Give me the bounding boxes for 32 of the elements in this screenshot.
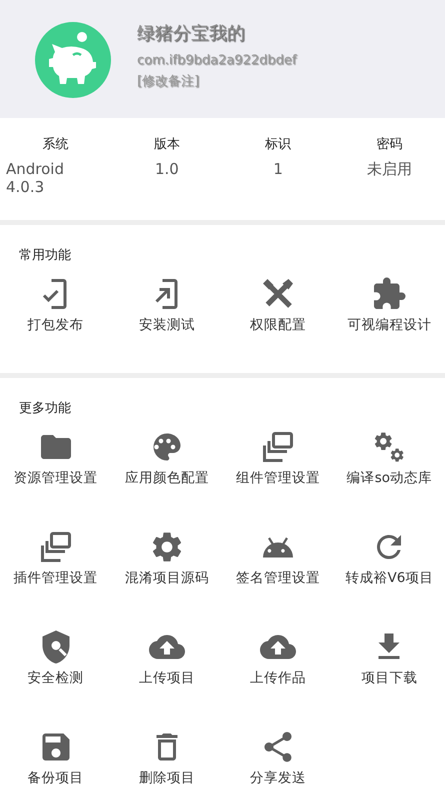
feature-item[interactable]: 可视编程设计 bbox=[334, 273, 445, 373]
feature-item[interactable]: 组件管理设置 bbox=[222, 426, 334, 526]
feature-item[interactable]: 混淆项目源码 bbox=[111, 526, 222, 626]
info-label: 标识 bbox=[265, 136, 292, 154]
section-title: 常用功能 bbox=[18, 247, 72, 265]
feature-item[interactable]: 权限配置 bbox=[222, 273, 334, 373]
feature-item[interactable]: 上传作品 bbox=[222, 626, 334, 726]
feature-item[interactable]: 签名管理设置 bbox=[222, 526, 334, 626]
feature-item[interactable]: 上传项目 bbox=[111, 626, 222, 726]
package-name: com.ifb9bda2a922dbdef bbox=[137, 52, 296, 70]
info-value: 1.0 bbox=[154, 160, 179, 178]
feature-item[interactable]: 删除项目 bbox=[111, 726, 222, 792]
feature-item[interactable]: 备份项目 bbox=[0, 726, 112, 792]
feature-item[interactable]: 安装测试 bbox=[111, 273, 222, 373]
feature-item[interactable]: 应用颜色配置 bbox=[111, 426, 222, 526]
feature-item[interactable]: 转成裕V6项目 bbox=[334, 526, 445, 626]
info-label: 系统 bbox=[42, 136, 69, 154]
feature-item[interactable]: 资源管理设置 bbox=[0, 426, 112, 526]
info-value: 1 bbox=[273, 160, 283, 178]
feature-item[interactable]: 打包发布 bbox=[0, 273, 112, 373]
info-value: Android 4.0.3 bbox=[5, 160, 65, 196]
info-value: 未启用 bbox=[366, 160, 412, 178]
feature-item[interactable]: 安全检测 bbox=[0, 626, 112, 726]
feature-item[interactable]: 分享发送 bbox=[222, 726, 334, 792]
info-label: 密码 bbox=[376, 136, 402, 154]
puzzle-icon bbox=[371, 276, 408, 312]
app-name: 绿猪分宝我的 bbox=[137, 22, 246, 46]
feature-item[interactable]: 项目下载 bbox=[334, 626, 445, 726]
info-label: 版本 bbox=[154, 136, 180, 154]
feature-item[interactable]: 编译so动态库 bbox=[334, 426, 445, 526]
feature-item[interactable]: 插件管理设置 bbox=[0, 526, 112, 626]
section-title: 更多功能 bbox=[18, 400, 72, 418]
